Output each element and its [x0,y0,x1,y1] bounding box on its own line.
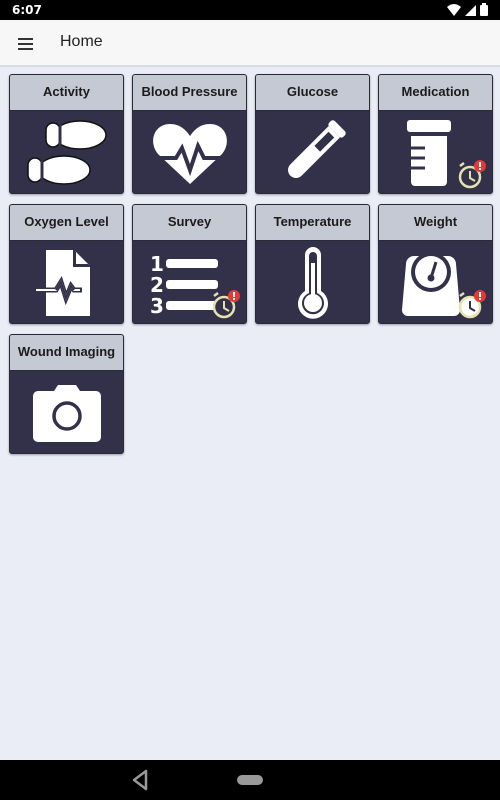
footprints-icon [26,120,107,185]
battery-icon [480,3,488,16]
tile-survey[interactable]: Survey 1 2 3 [132,204,247,324]
tile-activity[interactable]: Activity [9,74,124,194]
tile-label: Blood Pressure [133,75,246,111]
thermometer-icon [297,247,328,319]
app-bar: Home [0,20,500,67]
pill-bottle-icon [406,120,451,186]
status-bar: 6:07 [0,0,500,20]
home-pill-icon[interactable] [237,775,263,785]
tile-label: Glucose [256,75,369,111]
tile-label: Oxygen Level [10,205,123,241]
signal-icon [465,4,476,16]
alarm-clock-alert-icon [458,160,486,189]
tile-glucose[interactable]: Glucose [255,74,370,194]
alarm-clock-alert-icon [212,290,240,319]
tile-label: Survey [133,205,246,241]
status-icons [447,3,488,16]
heart-pulse-icon [152,124,227,184]
svg-text:3: 3 [150,294,164,315]
tile-weight[interactable]: Weight [378,204,493,324]
back-triangle-icon[interactable] [130,768,150,792]
tile-label: Temperature [256,205,369,241]
scale-icon [401,252,460,316]
page-title: Home [60,33,103,50]
tile-label: Activity [10,75,123,111]
alarm-clock-alert-icon [458,290,486,319]
camera-icon [32,385,101,442]
tile-medication[interactable]: Medication [378,74,493,194]
tile-label: Weight [379,205,492,241]
tile-wound-imaging[interactable]: Wound Imaging [9,334,124,454]
wifi-icon [447,3,461,16]
tile-blood-pressure[interactable]: Blood Pressure [132,74,247,194]
tile-oxygen-level[interactable]: Oxygen Level [9,204,124,324]
document-pulse-icon [33,250,90,316]
tile-temperature[interactable]: Temperature [255,204,370,324]
status-time: 6:07 [12,3,42,17]
system-nav-bar [0,760,500,800]
hamburger-menu-icon[interactable] [16,35,36,51]
tile-label: Wound Imaging [10,335,123,371]
test-tube-icon [287,120,346,178]
tile-label: Medication [379,75,492,111]
